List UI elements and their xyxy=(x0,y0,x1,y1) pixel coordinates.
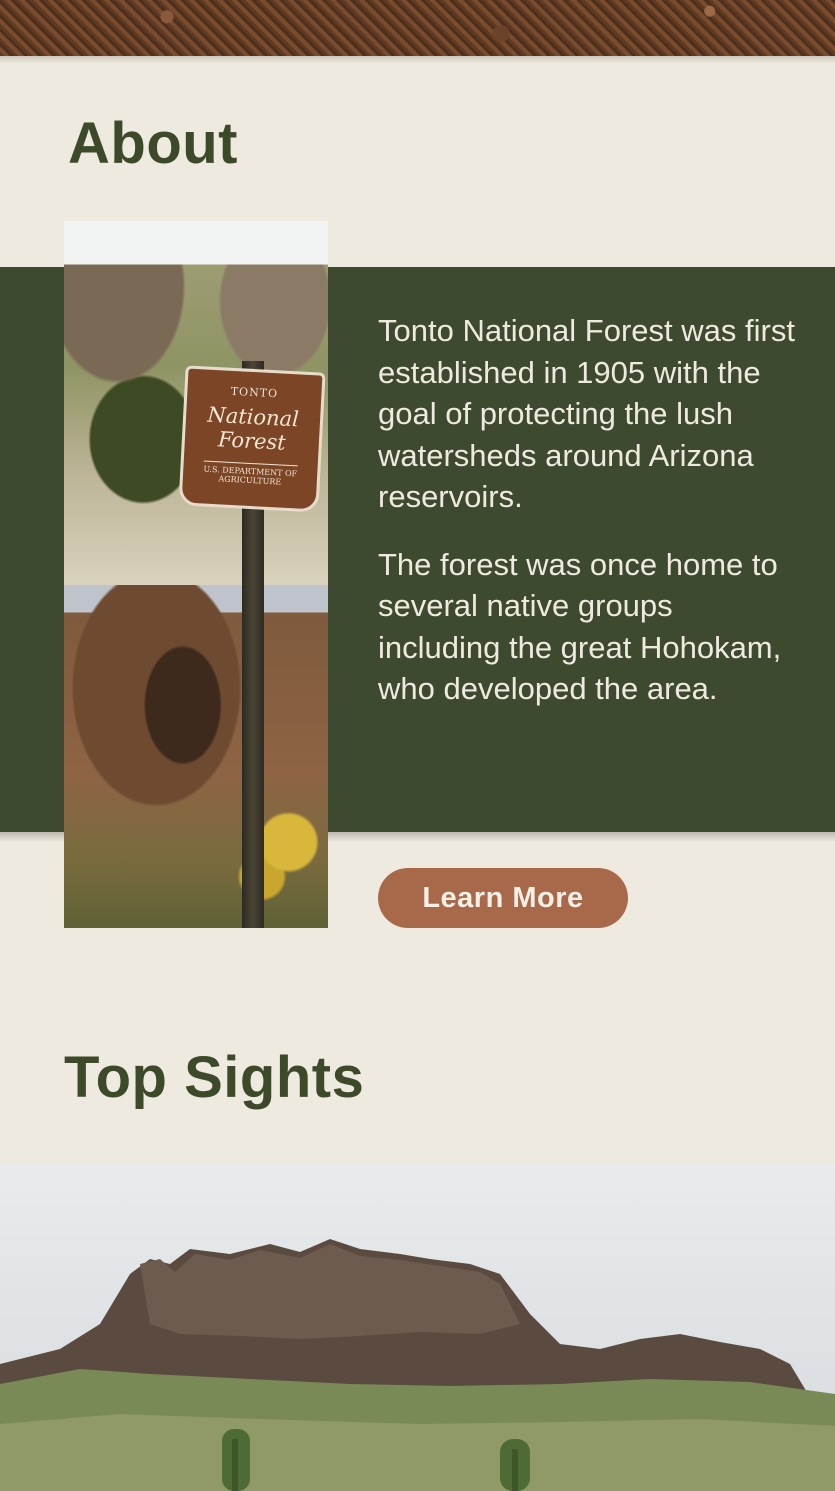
about-paragraph: Tonto National Forest was first establis… xyxy=(378,313,795,514)
cliff-dwelling-photo xyxy=(64,585,328,928)
hero-image-strip xyxy=(0,0,835,56)
sign-text-line4: U.S. DEPARTMENT OF AGRICULTURE xyxy=(202,460,298,488)
about-heading: About xyxy=(68,111,238,176)
top-sights-image xyxy=(0,1164,835,1491)
sign-text-line1: TONTO xyxy=(230,384,279,401)
learn-more-button[interactable]: Learn More xyxy=(378,868,628,928)
top-sights-heading: Top Sights xyxy=(64,1045,365,1110)
mountain-landscape-icon xyxy=(0,1239,835,1491)
about-image: TONTO National Forest U.S. DEPARTMENT OF… xyxy=(64,221,328,928)
forest-sign: TONTO National Forest U.S. DEPARTMENT OF… xyxy=(178,365,326,513)
about-description: Tonto National Forest was first establis… xyxy=(378,310,798,736)
hero-shadow xyxy=(0,56,835,64)
about-paragraph: The forest was once home to several nati… xyxy=(378,546,782,707)
